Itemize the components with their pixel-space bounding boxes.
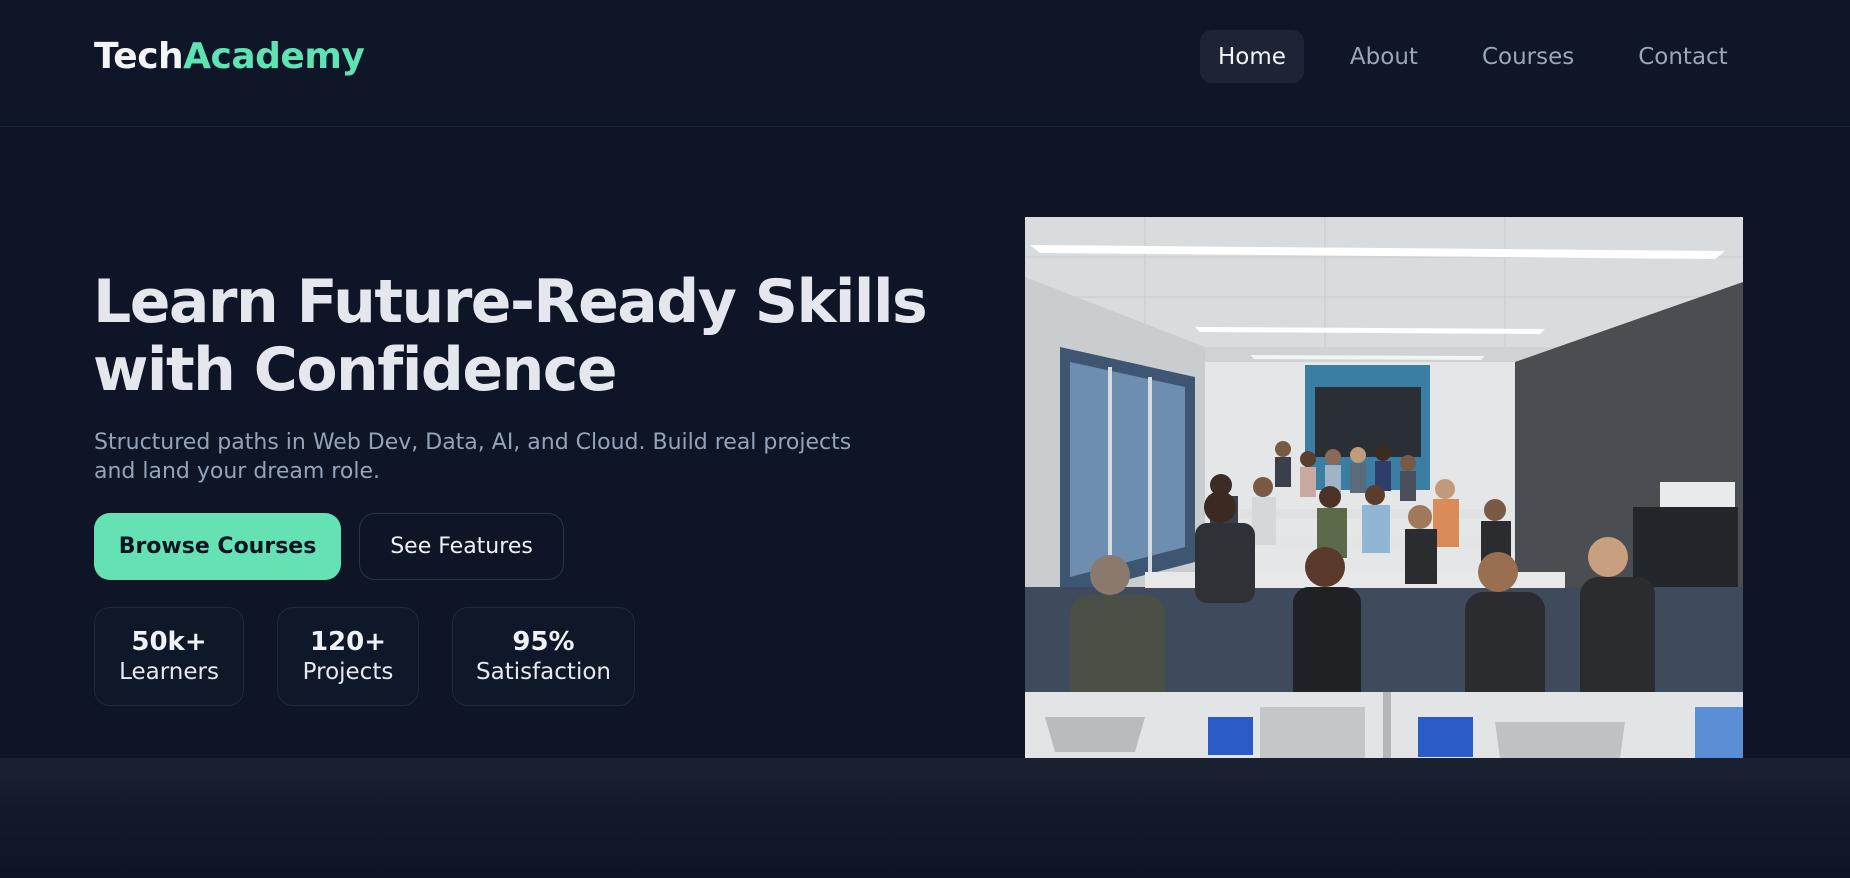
classroom-photo [1025,217,1743,758]
nav-link-home[interactable]: Home [1200,30,1304,83]
stat-label: Satisfaction [476,658,611,685]
hero-title-line2: with Confidence [93,335,618,405]
stat-card-projects: 120+ Projects [277,607,419,706]
stat-value: 120+ [309,626,387,657]
nav-link-contact[interactable]: Contact [1620,30,1745,83]
nav-link-about[interactable]: About [1332,30,1436,83]
stat-value: 95% [512,626,575,657]
hero-title: Learn Future-Ready Skills with Confidenc… [93,268,953,404]
hero-title-line1: Learn Future-Ready Skills [93,267,928,337]
stat-label: Projects [302,658,394,685]
hero-subtitle: Structured paths in Web Dev, Data, AI, a… [94,428,894,486]
browse-courses-button[interactable]: Browse Courses [94,513,341,580]
see-features-button[interactable]: See Features [359,513,564,580]
nav-link-courses[interactable]: Courses [1464,30,1592,83]
brand-logo[interactable]: TechAcademy [94,33,365,81]
stat-card-satisfaction: 95% Satisfaction [452,607,635,706]
hero-section: Learn Future-Ready Skills with Confidenc… [0,128,1850,758]
lower-section-band [0,758,1850,878]
brand-logo-part1: Tech [94,36,184,77]
hero-subtitle-line2: and land your dream role. [94,459,380,484]
brand-logo-part2: Academy [183,36,365,77]
stat-value: 50k+ [131,626,207,657]
main-nav: Home About Courses Contact [1200,30,1746,83]
stat-label: Learners [119,658,219,685]
site-header: TechAcademy Home About Courses Contact [0,0,1850,127]
stat-card-learners: 50k+ Learners [94,607,244,706]
hero-subtitle-line1: Structured paths in Web Dev, Data, AI, a… [94,430,852,455]
classroom-photo-illustration [1025,217,1743,758]
